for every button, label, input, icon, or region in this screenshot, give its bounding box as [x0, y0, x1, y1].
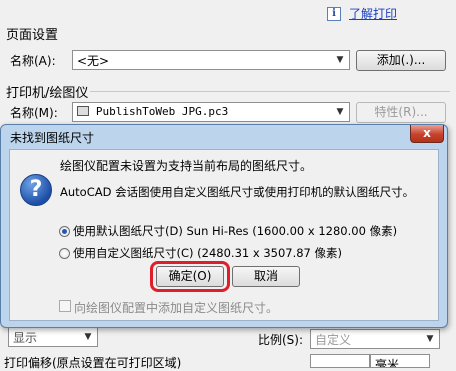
scale-value: 自定义	[315, 333, 352, 347]
page-setup-name-value: <无>	[77, 54, 110, 68]
plot-offset-title: 打印偏移(原点设置在可打印区域)	[4, 356, 182, 370]
add-custom-size-checkbox[interactable]	[59, 300, 71, 312]
printer-name-value: PublishToWeb JPG.pc3	[95, 105, 229, 118]
info-icon: i	[327, 7, 341, 21]
printer-name-combo[interactable]: PublishToWeb JPG.pc3 ▼	[72, 102, 350, 122]
section-divider	[90, 91, 450, 92]
default-size-radio[interactable]	[59, 226, 70, 237]
add-page-setup-button[interactable]: 添加(.)...	[356, 50, 446, 71]
offset-combo[interactable]	[310, 354, 370, 368]
add-custom-size-label: 向绘图仪配置中添加自定义图纸尺寸。	[74, 301, 279, 315]
page-setup-section-title: 页面设置	[6, 28, 59, 43]
default-size-label[interactable]: 使用默认图纸尺寸(D) Sun Hi-Res (1600.00 x 1280.0…	[73, 223, 397, 239]
plotter-icon	[77, 106, 89, 116]
ok-button-highlight	[150, 261, 230, 292]
dialog-message-detail: AutoCAD 会话图使用自定义图纸尺寸或使用打印机的默认图纸尺寸。	[60, 185, 415, 199]
plot-area-value: 显示	[13, 331, 38, 345]
learn-about-plotting-link[interactable]: 了解打印	[349, 5, 397, 22]
question-icon: ?	[20, 174, 52, 206]
printer-name-label: 名称(M):	[10, 106, 58, 120]
units-combo[interactable]: 毫米	[370, 354, 430, 368]
scale-label: 比例(S):	[258, 333, 304, 347]
dialog-title: 未找到图纸尺寸	[10, 131, 95, 145]
custom-size-label[interactable]: 使用自定义图纸尺寸(C) (2480.31 x 3507.87 像素)	[73, 245, 342, 261]
page-setup-name-label: 名称(A):	[10, 54, 56, 68]
plot-area-combo[interactable]: 显示 ▼	[8, 327, 98, 347]
scale-combo[interactable]: 自定义 ▼	[310, 329, 440, 349]
chevron-down-icon: ▼	[336, 107, 344, 117]
custom-size-radio[interactable]	[59, 248, 70, 259]
dialog-message-main: 绘图仪配置未设置为支持当前布局的图纸尺寸。	[60, 159, 313, 173]
close-button[interactable]: x	[410, 125, 444, 143]
printer-section-title: 打印机/绘图仪	[6, 86, 89, 101]
chevron-down-icon: ▼	[426, 334, 434, 344]
units-value: 毫米	[375, 358, 400, 368]
chevron-down-icon: ▼	[336, 55, 344, 65]
cancel-button[interactable]: 取消	[232, 266, 300, 287]
printer-properties-button[interactable]: 特性(R)...	[356, 102, 446, 123]
page-setup-name-combo[interactable]: <无> ▼	[72, 50, 350, 70]
chevron-down-icon: ▼	[84, 332, 92, 342]
